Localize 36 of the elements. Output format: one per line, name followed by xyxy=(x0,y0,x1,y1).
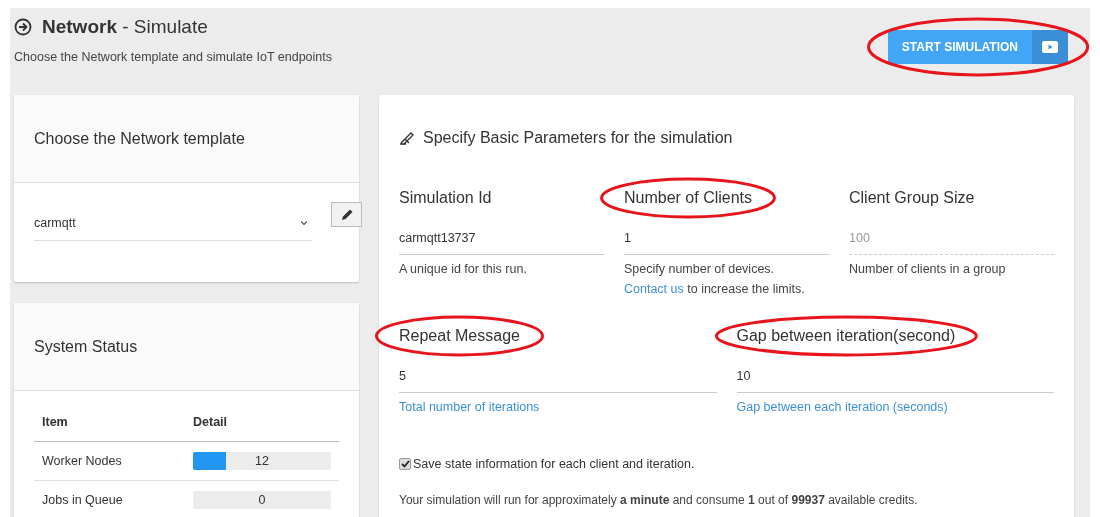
field-label: Number of Clients xyxy=(624,189,753,206)
field-label: Simulation Id xyxy=(399,189,492,206)
page-title: Network - Simulate xyxy=(42,16,208,38)
status-meter: 0 xyxy=(193,491,331,509)
field-label: Gap between iteration(second) xyxy=(736,327,956,344)
status-meter: 12 xyxy=(193,452,331,470)
column-header: Detail xyxy=(185,403,339,442)
summary-text: Your simulation will run for approximately a minute and consume 1 out of 99937 available credits. xyxy=(399,493,919,507)
section-title: Specify Basic Parameters for the simulation xyxy=(423,129,733,147)
help-text: to increase the limits. xyxy=(686,282,805,296)
help-text: Specify number of devices. xyxy=(624,262,775,276)
input-field[interactable]: 1 xyxy=(624,231,829,255)
help-text: A unique id for this run. xyxy=(399,262,527,276)
input-field[interactable]: 10 xyxy=(736,369,1054,393)
input-field[interactable]: carmqtt13737 xyxy=(399,231,604,255)
card-title: Choose the Network template xyxy=(14,95,359,183)
checkbox-label: Save state information for each client and iteration. xyxy=(413,457,695,471)
chevron-down-icon xyxy=(300,219,308,226)
column-header: Item xyxy=(34,403,185,442)
table-cell: Jobs in Queue xyxy=(34,480,185,517)
play-icon xyxy=(1042,41,1058,53)
arrow-circle-icon xyxy=(14,18,32,36)
edit-button[interactable] xyxy=(331,202,362,227)
page-subtitle: Choose the Network template and simulate IoT endpoints xyxy=(14,50,332,64)
card-title: System Status xyxy=(14,303,359,391)
field-label: Client Group Size xyxy=(849,189,975,206)
field-label: Repeat Message xyxy=(399,327,520,344)
help-link[interactable]: Total number of iterations xyxy=(399,400,540,414)
checkbox[interactable] xyxy=(399,458,411,470)
pencil-ruler-icon xyxy=(399,131,415,145)
help-link[interactable]: Contact us xyxy=(624,282,684,296)
help-link[interactable]: Gap between each iteration (seconds) xyxy=(736,400,948,414)
table-cell: Worker Nodes xyxy=(34,441,185,481)
help-text: Number of clients in a group xyxy=(849,262,1006,276)
input-field[interactable]: 5 xyxy=(399,369,717,393)
pencil-icon xyxy=(339,207,354,222)
